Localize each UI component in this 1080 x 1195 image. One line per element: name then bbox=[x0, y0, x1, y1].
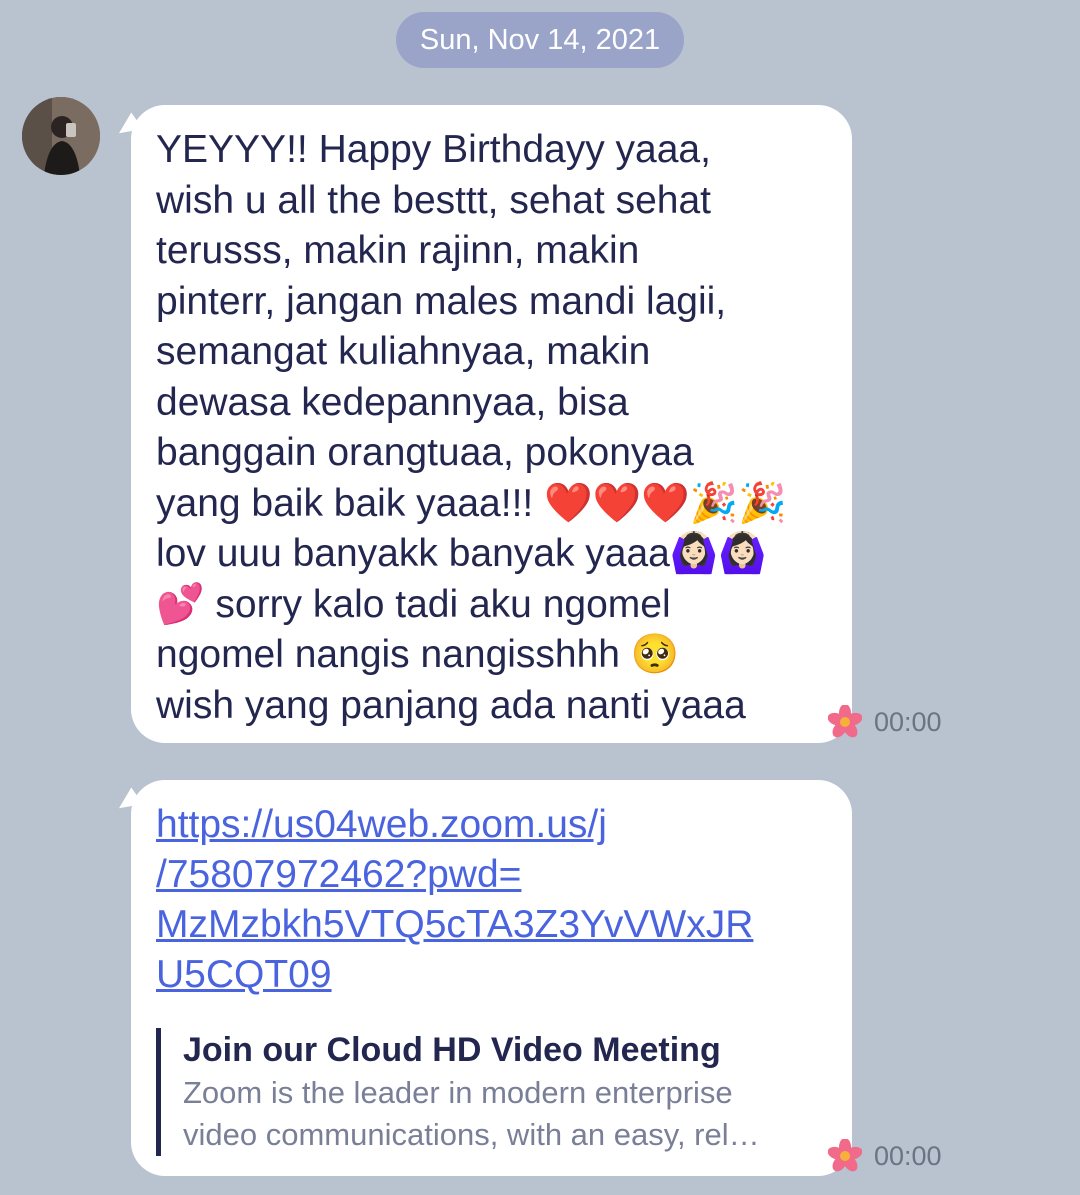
link-preview[interactable]: Join our Cloud HD Video Meeting Zoom is … bbox=[156, 1028, 828, 1156]
message-time: 00:00 bbox=[874, 1140, 942, 1171]
message-meta: 00:00 bbox=[828, 705, 942, 739]
preview-description-line-1: Zoom is the leader in modern enterprise bbox=[183, 1075, 733, 1110]
preview-description-line-2: video communications, with an easy, rel… bbox=[183, 1117, 760, 1152]
link-message-bubble[interactable]: https://us04web.zoom.us/j /75807972462?p… bbox=[113, 780, 852, 1176]
avatar[interactable] bbox=[22, 97, 100, 175]
bubble-tail bbox=[113, 112, 143, 142]
message-time: 00:00 bbox=[874, 706, 942, 737]
bubble-tail bbox=[113, 787, 143, 817]
flower-icon[interactable] bbox=[828, 1139, 862, 1173]
zoom-link[interactable]: https://us04web.zoom.us/j /75807972462?p… bbox=[156, 800, 828, 1000]
message-text: YEYYY!! Happy Birthdayy yaaa, wish u all… bbox=[156, 128, 787, 727]
message-bubble[interactable]: YEYYY!! Happy Birthdayy yaaa, wish u all… bbox=[113, 105, 852, 743]
date-separator: Sun, Nov 14, 2021 bbox=[396, 12, 684, 68]
preview-title: Join our Cloud HD Video Meeting bbox=[183, 1031, 721, 1069]
avatar-image bbox=[22, 97, 100, 175]
flower-icon[interactable] bbox=[828, 705, 862, 739]
message-meta: 00:00 bbox=[828, 1139, 942, 1173]
